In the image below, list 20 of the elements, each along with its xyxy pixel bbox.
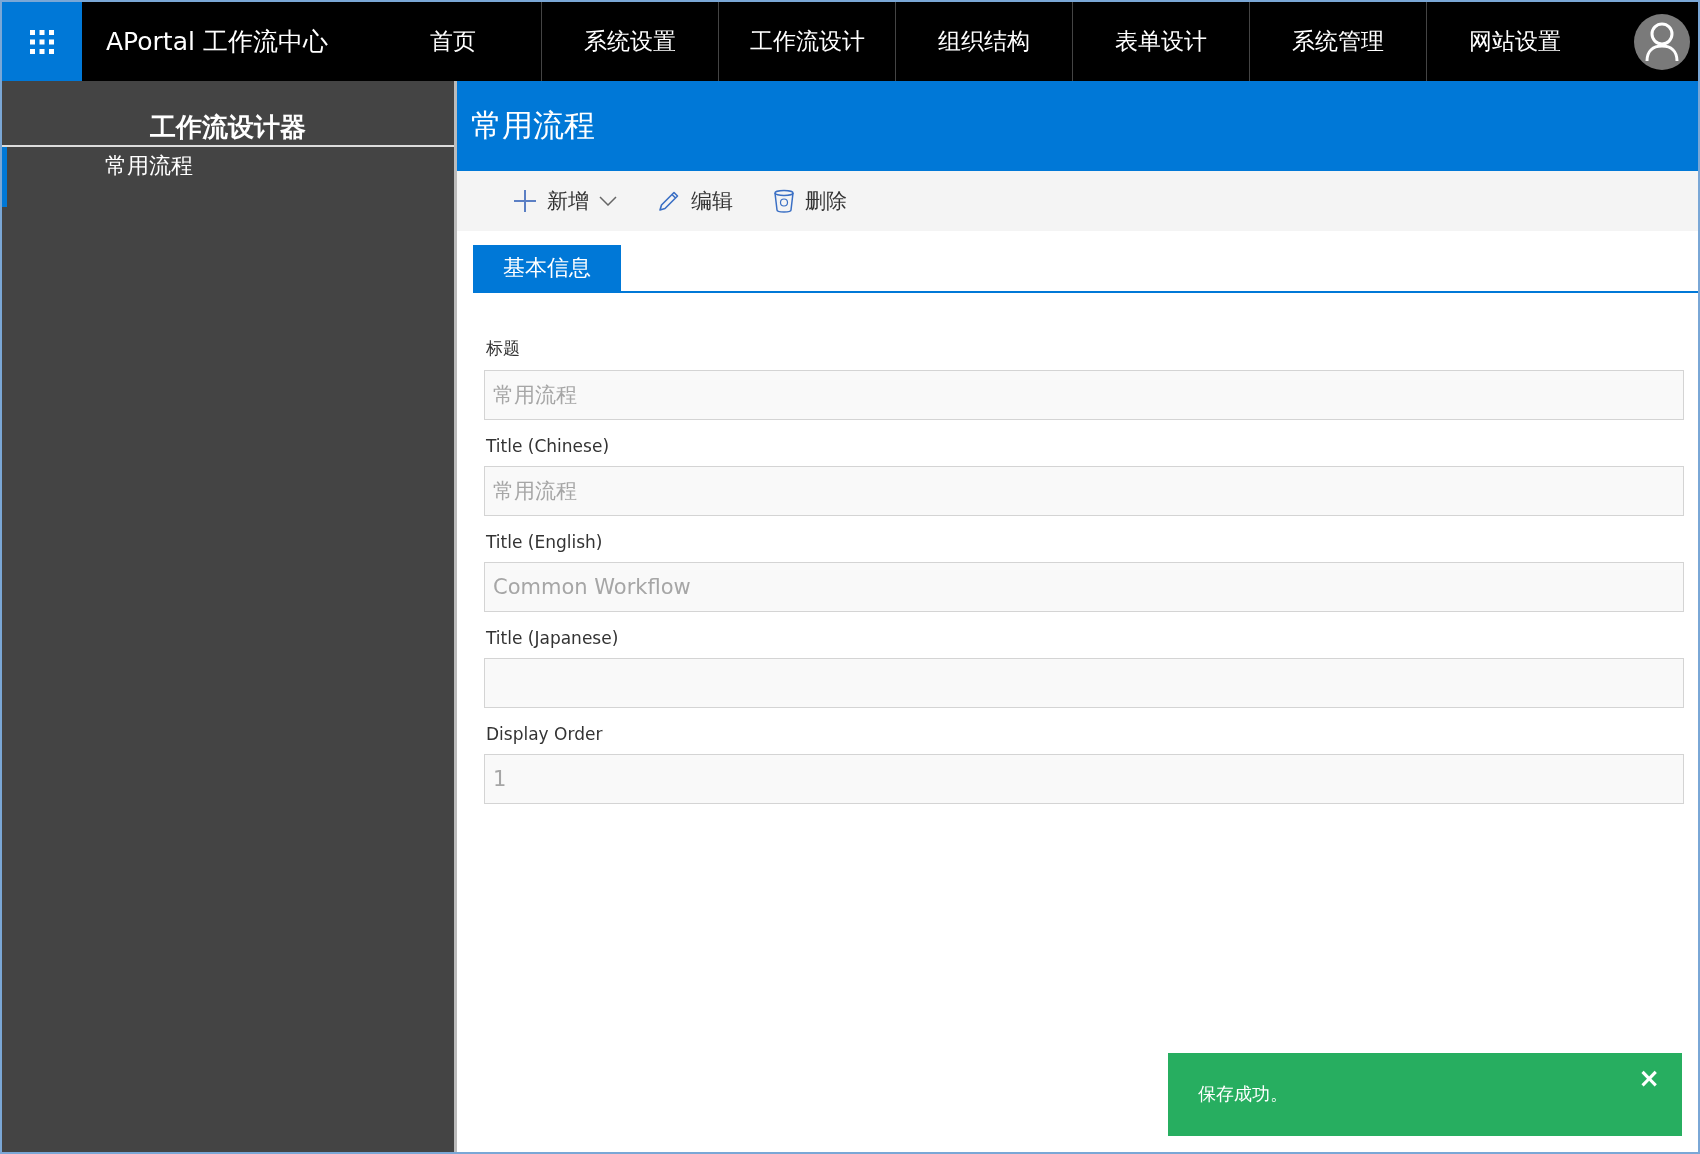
person-icon	[1644, 21, 1680, 62]
grid-icon	[30, 29, 54, 54]
toolbar-button[interactable]: 编辑	[657, 187, 733, 215]
tab[interactable]: 基本信息	[473, 245, 621, 291]
app-launcher-button[interactable]	[2, 2, 82, 81]
trash-can-icon	[773, 189, 795, 213]
sidebar-title: 工作流设计器	[2, 81, 454, 147]
toast-message: 保存成功。	[1198, 1082, 1288, 1106]
toolbar-button[interactable]: 新增	[513, 187, 617, 215]
toolbar-button[interactable]: 删除	[773, 187, 847, 215]
field-label: Title (English)	[485, 531, 604, 554]
field-label: Display Order	[485, 723, 604, 746]
page-title: 常用流程	[457, 81, 1698, 171]
field-label: 标题	[485, 337, 521, 360]
field-label: Title (Chinese)	[485, 435, 611, 458]
app-title: APortal 工作流中心	[105, 26, 329, 58]
nav-item[interactable]: 首页	[364, 2, 541, 81]
field-label: Title (Japanese)	[485, 627, 620, 650]
pencil-icon	[657, 189, 681, 213]
plus-icon	[513, 189, 537, 213]
